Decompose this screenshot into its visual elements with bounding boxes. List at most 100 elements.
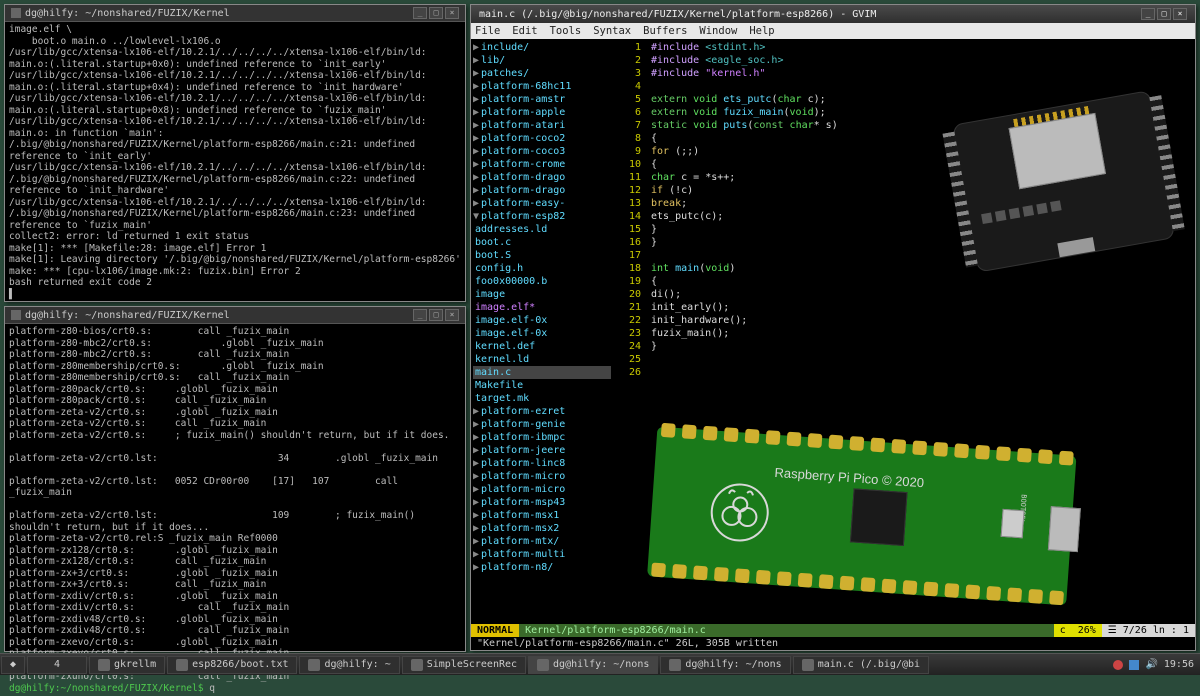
tree-item[interactable]: main.c bbox=[473, 366, 611, 379]
tree-item[interactable]: ▶platform-micro bbox=[473, 483, 611, 496]
terminal-1-content[interactable]: image.elf \ boot.o main.o ../lowlevel-lx… bbox=[5, 22, 465, 302]
line-gutter: 1234567891011121314151617181920212223242… bbox=[613, 39, 647, 624]
tree-item[interactable]: ▶platform-amstr bbox=[473, 93, 611, 106]
close-button[interactable]: × bbox=[1173, 8, 1187, 20]
workspace-switcher[interactable]: 4 bbox=[27, 656, 87, 674]
tree-item[interactable]: ▶platform-easy- bbox=[473, 197, 611, 210]
tray-icon[interactable] bbox=[1113, 660, 1123, 670]
system-tray[interactable]: 🔊 19:56 bbox=[1107, 659, 1200, 670]
menu-tools[interactable]: Tools bbox=[550, 25, 582, 37]
tree-item[interactable]: ▶platform-multi bbox=[473, 548, 611, 561]
app-icon bbox=[669, 659, 681, 671]
terminal-2-title: dg@hilfy: ~/nonshared/FUZIX/Kernel bbox=[25, 310, 230, 321]
tree-item[interactable]: ▶platform-jeere bbox=[473, 444, 611, 457]
menu-window[interactable]: Window bbox=[699, 25, 737, 37]
tree-item[interactable]: ▶platform-drago bbox=[473, 171, 611, 184]
tree-item[interactable]: ▶platform-linc8 bbox=[473, 457, 611, 470]
maximize-button[interactable]: □ bbox=[429, 309, 443, 321]
tree-item[interactable]: ▶platform-msx1 bbox=[473, 509, 611, 522]
tree-item[interactable]: target.mk bbox=[473, 392, 611, 405]
taskbar-item[interactable]: esp8266/boot.txt bbox=[167, 656, 297, 674]
terminal-2[interactable]: dg@hilfy: ~/nonshared/FUZIX/Kernel _ □ ×… bbox=[4, 306, 466, 652]
menu-syntax[interactable]: Syntax bbox=[593, 25, 631, 37]
tree-item[interactable]: ▶platform-coco2 bbox=[473, 132, 611, 145]
tree-item[interactable]: ▶platform-68hc11 bbox=[473, 80, 611, 93]
tree-item[interactable]: ▶platform-crome bbox=[473, 158, 611, 171]
app-icon bbox=[537, 659, 549, 671]
tree-item[interactable]: ▶platform-ibmpc bbox=[473, 431, 611, 444]
status-linecol: ☰ 7/26 ln : 1 bbox=[1102, 624, 1195, 637]
raspberry-pi-pico-image: Raspberry Pi Pico © 2020 BOOTSEL bbox=[644, 427, 1107, 658]
menu-buffers[interactable]: Buffers bbox=[643, 25, 687, 37]
tree-item[interactable]: ▶platform-mtx/ bbox=[473, 535, 611, 548]
tree-item[interactable]: ▶platform-genie bbox=[473, 418, 611, 431]
minimize-button[interactable]: _ bbox=[1141, 8, 1155, 20]
tree-item[interactable]: boot.c bbox=[473, 236, 611, 249]
taskbar-item[interactable]: dg@hilfy: ~/nons bbox=[528, 656, 658, 674]
tree-item[interactable]: Makefile bbox=[473, 379, 611, 392]
esp8266-board-image bbox=[932, 87, 1200, 326]
app-icon bbox=[176, 659, 188, 671]
tray-icon[interactable] bbox=[1129, 660, 1139, 670]
gvim-title-text: main.c (/.big/@big/nonshared/FUZIX/Kerne… bbox=[479, 9, 876, 20]
terminal-1[interactable]: dg@hilfy: ~/nonshared/FUZIX/Kernel _ □ ×… bbox=[4, 4, 466, 302]
terminal-icon bbox=[11, 310, 21, 320]
tree-item[interactable]: config.h bbox=[473, 262, 611, 275]
taskbar-item[interactable]: gkrellm bbox=[89, 656, 165, 674]
taskbar-item[interactable]: main.c (/.big/@bi bbox=[793, 656, 929, 674]
gvim-menubar[interactable]: File Edit Tools Syntax Buffers Window Help bbox=[471, 23, 1195, 39]
tree-item[interactable]: foo0x00000.b bbox=[473, 275, 611, 288]
terminal-2-titlebar[interactable]: dg@hilfy: ~/nonshared/FUZIX/Kernel _ □ × bbox=[5, 307, 465, 324]
close-button[interactable]: × bbox=[445, 309, 459, 321]
tree-item[interactable]: ▼platform-esp82 bbox=[473, 210, 611, 223]
terminal-1-title: dg@hilfy: ~/nonshared/FUZIX/Kernel bbox=[25, 8, 230, 19]
minimize-button[interactable]: _ bbox=[413, 7, 427, 19]
menu-file[interactable]: File bbox=[475, 25, 500, 37]
terminal-2-content[interactable]: platform-z80-bios/crt0.s: call _fuzix_ma… bbox=[5, 324, 465, 696]
tree-item[interactable]: ▶platform-apple bbox=[473, 106, 611, 119]
tree-item[interactable] bbox=[473, 574, 611, 587]
taskbar-item[interactable]: dg@hilfy: ~ bbox=[299, 656, 399, 674]
terminal-icon bbox=[11, 8, 21, 18]
tree-item[interactable]: ▶lib/ bbox=[473, 54, 611, 67]
maximize-button[interactable]: □ bbox=[429, 7, 443, 19]
terminal-1-titlebar[interactable]: dg@hilfy: ~/nonshared/FUZIX/Kernel _ □ × bbox=[5, 5, 465, 22]
app-icon bbox=[802, 659, 814, 671]
gvim-titlebar[interactable]: main.c (/.big/@big/nonshared/FUZIX/Kerne… bbox=[471, 5, 1195, 23]
clock[interactable]: 19:56 bbox=[1164, 659, 1194, 670]
tree-item[interactable]: ▶platform-atari bbox=[473, 119, 611, 132]
tree-item[interactable]: ▶platform-n8/ bbox=[473, 561, 611, 574]
app-icon bbox=[411, 659, 423, 671]
tree-item[interactable]: ▶platform-drago bbox=[473, 184, 611, 197]
tree-item[interactable]: ▶platform-msx2 bbox=[473, 522, 611, 535]
status-mode: NORMAL bbox=[471, 624, 519, 637]
tree-item[interactable]: image.elf-0x bbox=[473, 327, 611, 340]
taskbar-item[interactable]: dg@hilfy: ~/nons bbox=[660, 656, 790, 674]
tree-item[interactable]: ▶patches/ bbox=[473, 67, 611, 80]
tree-item[interactable]: addresses.ld bbox=[473, 223, 611, 236]
tree-item[interactable]: kernel.def bbox=[473, 340, 611, 353]
taskbar[interactable]: ◆ 4 gkrellmesp8266/boot.txtdg@hilfy: ~Si… bbox=[0, 653, 1200, 675]
tree-item[interactable]: image.elf-0x bbox=[473, 314, 611, 327]
tree-item[interactable]: kernel.ld bbox=[473, 353, 611, 366]
tree-item[interactable]: ▶platform-micro bbox=[473, 470, 611, 483]
tree-item[interactable]: ▶platform-ezret bbox=[473, 405, 611, 418]
tree-item[interactable]: image bbox=[473, 288, 611, 301]
start-menu-button[interactable]: ◆ bbox=[1, 656, 25, 674]
menu-help[interactable]: Help bbox=[749, 25, 774, 37]
maximize-button[interactable]: □ bbox=[1157, 8, 1171, 20]
pico-label: Raspberry Pi Pico © 2020 bbox=[774, 465, 924, 490]
tree-item[interactable]: ▶platform-msp43 bbox=[473, 496, 611, 509]
tree-item[interactable]: ▶platform-coco3 bbox=[473, 145, 611, 158]
tree-item[interactable]: ▶include/ bbox=[473, 41, 611, 54]
app-icon bbox=[98, 659, 110, 671]
menu-edit[interactable]: Edit bbox=[512, 25, 537, 37]
tree-item[interactable]: image.elf* bbox=[473, 301, 611, 314]
minimize-button[interactable]: _ bbox=[413, 309, 427, 321]
app-icon bbox=[308, 659, 320, 671]
tree-item[interactable]: boot.S bbox=[473, 249, 611, 262]
volume-icon[interactable]: 🔊 bbox=[1145, 659, 1157, 670]
taskbar-item[interactable]: SimpleScreenRec bbox=[402, 656, 526, 674]
file-tree[interactable]: ▶include/▶lib/▶patches/▶platform-68hc11▶… bbox=[471, 39, 613, 624]
close-button[interactable]: × bbox=[445, 7, 459, 19]
